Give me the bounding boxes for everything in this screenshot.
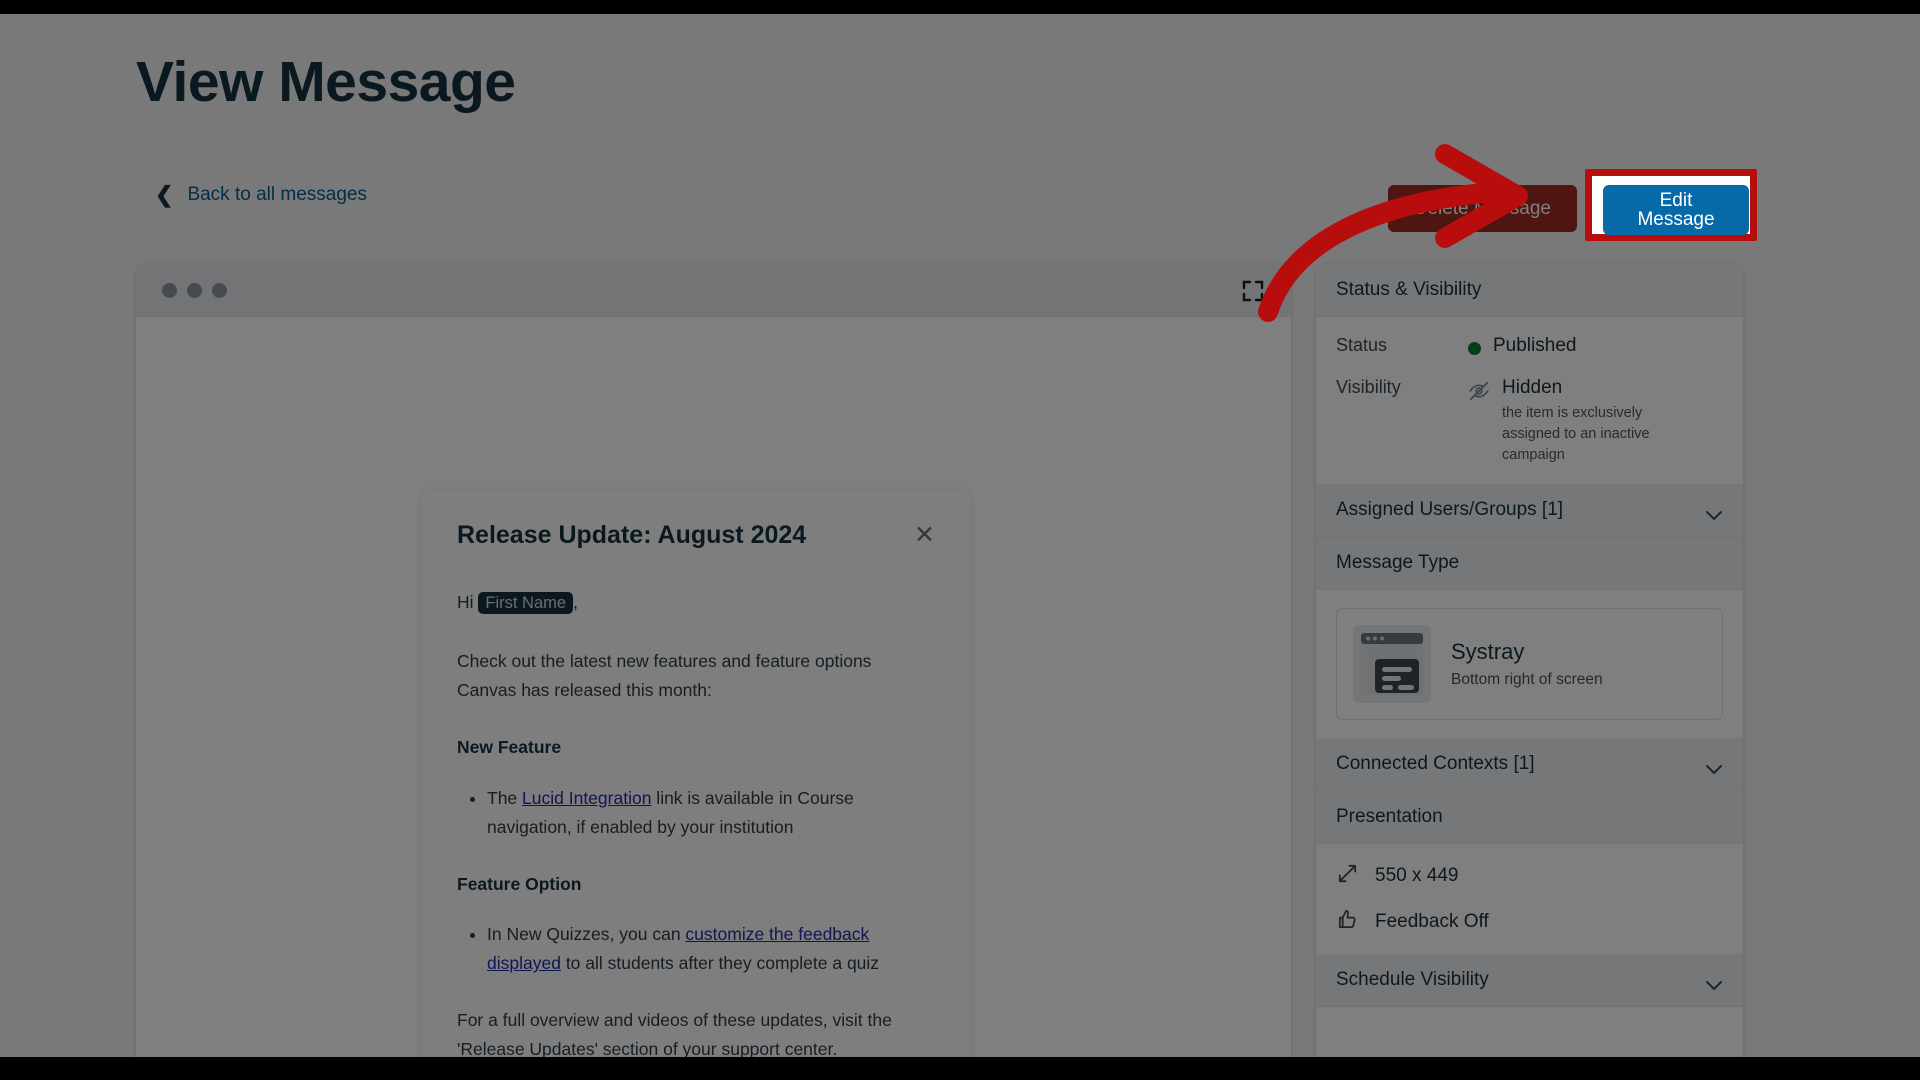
visibility-value: Hidden: [1502, 377, 1563, 398]
visibility-row: Visibility Hidden the item is exclusivel…: [1336, 377, 1723, 466]
message-greeting: Hi First Name,: [457, 588, 935, 617]
merge-tag-first-name: First Name: [478, 592, 574, 614]
message-card: Release Update: August 2024 ✕ Hi First N…: [421, 490, 971, 1057]
status-label: Status: [1336, 335, 1388, 355]
message-card-header: Release Update: August 2024 ✕: [457, 520, 935, 550]
visibility-note: the item is exclusively assigned to an i…: [1502, 405, 1650, 464]
visibility-label: Visibility: [1336, 377, 1401, 397]
message-type-description: Bottom right of screen: [1451, 671, 1603, 689]
lucid-integration-link[interactable]: Lucid Integration: [522, 788, 651, 808]
preview-body: Release Update: August 2024 ✕ Hi First N…: [136, 317, 1291, 1057]
chevron-down-icon: [1705, 759, 1723, 774]
list-item-post: to all students after they complete a qu…: [560, 953, 880, 974]
section-header-label: Schedule Visibility: [1336, 969, 1489, 991]
message-title: Release Update: August 2024: [457, 521, 807, 549]
section-heading-new-feature: New Feature: [457, 736, 562, 757]
edit-message-button[interactable]: Edit Message: [1603, 185, 1749, 235]
chevron-down-icon: [1705, 975, 1723, 990]
section-header-label: Connected Contexts [1]: [1336, 753, 1535, 775]
list-item-pre: The: [487, 787, 523, 808]
section-body-presentation: 550 x 449 Feedback Off: [1316, 844, 1743, 955]
back-link-label: Back to all messages: [187, 184, 367, 205]
section-header-label: Message Type: [1336, 552, 1460, 574]
presentation-feedback-value: Feedback Off: [1375, 911, 1489, 933]
list-item: The Lucid Integration link is available …: [487, 784, 935, 842]
section-header-label: Status & Visibility: [1336, 279, 1482, 300]
delete-message-button[interactable]: Delete Message: [1387, 184, 1577, 232]
section-header-message-type: Message Type: [1316, 537, 1743, 591]
presentation-feedback-row: Feedback Off: [1336, 908, 1723, 936]
list-item-pre: In New Quizzes, you can: [487, 924, 686, 945]
greeting-suffix: ,: [573, 592, 578, 612]
message-body: Hi First Name, Check out the latest new …: [457, 550, 935, 1057]
chevron-down-icon: [1705, 505, 1723, 520]
status-value-wrap: Published: [1468, 335, 1576, 357]
message-type-name: Systray: [1451, 638, 1525, 664]
edit-message-highlight-box: Edit Message: [1585, 169, 1757, 241]
section-list-feature-option: In New Quizzes, you can customize the fe…: [487, 920, 935, 978]
section-header-schedule-visibility[interactable]: Schedule Visibility: [1316, 954, 1743, 1008]
section-header-connected-contexts[interactable]: Connected Contexts [1]: [1316, 738, 1743, 792]
section-header-label: Presentation: [1336, 806, 1443, 828]
section-header-label: Assigned Users/Groups [1]: [1336, 499, 1564, 521]
message-type-card[interactable]: Systray Bottom right of screen: [1336, 608, 1723, 721]
presentation-size-row: 550 x 449: [1336, 862, 1723, 890]
section-body-message-type: Systray Bottom right of screen: [1316, 590, 1743, 739]
thumbs-up-icon: [1336, 908, 1359, 936]
eye-off-icon: [1468, 380, 1490, 408]
back-to-all-messages-link[interactable]: ❮ Back to all messages: [155, 184, 367, 206]
visibility-value-wrap: Hidden the item is exclusively assigned …: [1468, 377, 1677, 466]
visibility-value-col: Hidden the item is exclusively assigned …: [1502, 377, 1677, 466]
page-canvas: View Message ❮ Back to all messages Dele…: [0, 14, 1920, 1057]
message-lead-paragraph: Check out the latest new features and fe…: [457, 651, 872, 701]
section-list-new-feature: The Lucid Integration link is available …: [487, 784, 935, 842]
message-type-text: Systray Bottom right of screen: [1451, 639, 1603, 689]
resize-diagonal-icon: [1336, 862, 1359, 890]
fullscreen-expand-icon[interactable]: [1241, 279, 1265, 303]
message-preview-window: Release Update: August 2024 ✕ Hi First N…: [136, 264, 1291, 1057]
close-icon[interactable]: ✕: [914, 523, 935, 548]
status-row: Status Published: [1336, 335, 1723, 357]
chevron-left-icon: ❮: [155, 182, 174, 207]
details-sidebar: Status & Visibility Status Published Vis…: [1316, 264, 1743, 1057]
letterbox-top: [0, 0, 1920, 14]
section-header-status-visibility: Status & Visibility: [1316, 264, 1743, 317]
section-heading-feature-option: Feature Option: [457, 873, 582, 894]
section-body-status-visibility: Status Published Visibility Hidden the i…: [1316, 317, 1743, 485]
preview-titlebar: [136, 264, 1291, 317]
section-header-assigned-users[interactable]: Assigned Users/Groups [1]: [1316, 484, 1743, 538]
section-header-presentation: Presentation: [1316, 791, 1743, 845]
greeting-prefix: Hi: [457, 592, 479, 612]
systray-window-icon: [1353, 625, 1431, 704]
page-title: View Message: [136, 50, 516, 114]
message-closing-paragraph: For a full overview and videos of these …: [457, 1010, 892, 1057]
window-dots-icon: [162, 283, 227, 298]
status-badge: Published: [1493, 335, 1577, 356]
presentation-size-value: 550 x 449: [1375, 865, 1459, 887]
status-dot-icon: [1468, 342, 1481, 355]
list-item: In New Quizzes, you can customize the fe…: [487, 920, 935, 978]
letterbox-bottom: [0, 1057, 1920, 1080]
